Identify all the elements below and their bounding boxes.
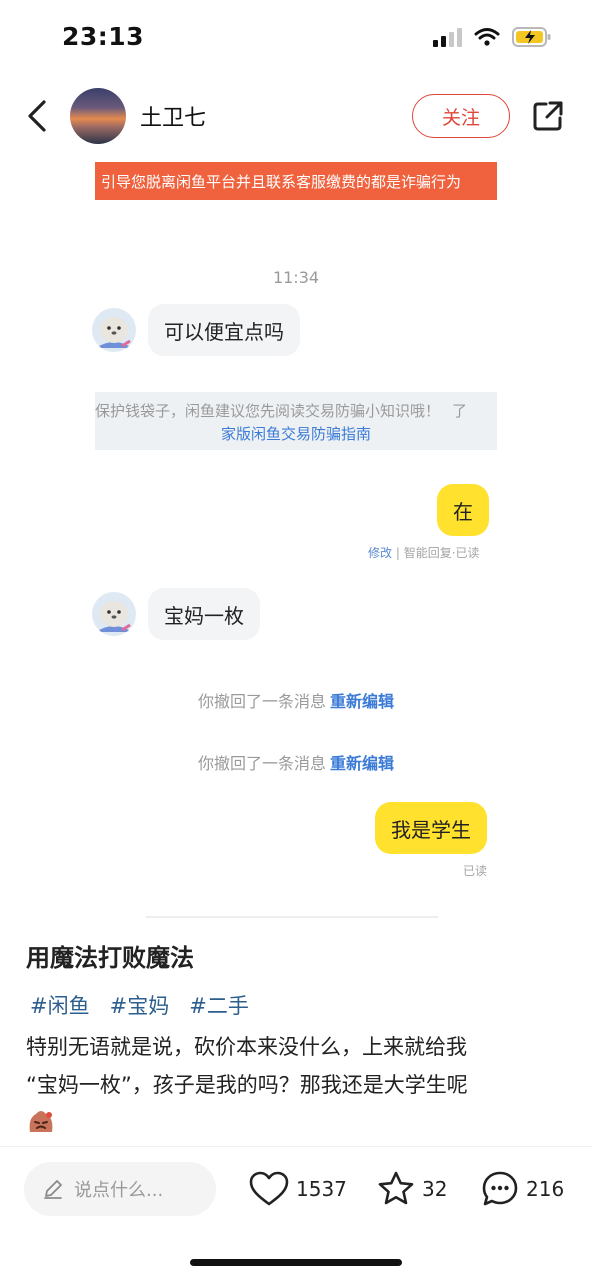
- recalled-message-notice: 你撤回了一条消息 重新编辑: [197, 754, 395, 773]
- re-edit-link[interactable]: 重新编辑: [330, 754, 394, 773]
- follow-button[interactable]: 关注: [412, 94, 510, 138]
- post-body: 特别无语就是说，砍价本来没什么，上来就给我 “宝妈一枚”，孩子是我的吗？那我还是…: [26, 1035, 468, 1097]
- seal-avatar-icon: [92, 592, 136, 636]
- divider: [146, 916, 438, 918]
- user-avatar[interactable]: [70, 88, 126, 144]
- home-indicator[interactable]: [190, 1259, 402, 1266]
- message-bubble-incoming[interactable]: 可以便宜点吗: [148, 304, 300, 356]
- heart-icon: [249, 1171, 289, 1206]
- like-count: 1537: [296, 1177, 347, 1201]
- comment-placeholder: 说点什么...: [74, 1180, 164, 1201]
- tag-link[interactable]: #二手: [189, 990, 249, 1020]
- star-icon: [378, 1171, 414, 1205]
- seal-avatar-icon: [92, 308, 136, 352]
- like-button[interactable]: 1537: [248, 1168, 347, 1210]
- favorite-count: 32: [422, 1177, 448, 1201]
- comment-button[interactable]: 216: [480, 1168, 564, 1210]
- post-title: 用魔法打败魔法: [26, 944, 194, 972]
- pencil-icon: [44, 1180, 62, 1199]
- chat-header: 土卫七 关注: [0, 84, 592, 148]
- signal-icon: [433, 27, 462, 47]
- back-arrow-icon[interactable]: [22, 94, 56, 138]
- comment-input[interactable]: 说点什么...: [24, 1162, 216, 1216]
- seller-avatar[interactable]: [92, 592, 136, 636]
- message-time: 11:34: [272, 268, 320, 287]
- post-tags: #闲鱼 #宝妈 #二手: [30, 990, 249, 1020]
- message-meta: 修改 | 智能回复·已读: [368, 546, 480, 560]
- bottom-bar-divider: [0, 1146, 592, 1147]
- share-icon[interactable]: [530, 98, 566, 134]
- status-bar: 23:13: [0, 0, 592, 78]
- tip-text: 保护钱袋子，闲鱼建议您先阅读交易防骗小知识哦！了: [95, 402, 468, 420]
- annoyed-face-emoji-icon: [29, 1111, 53, 1132]
- user-name[interactable]: 土卫七: [140, 100, 206, 132]
- recalled-message-notice: 你撤回了一条消息 重新编辑: [197, 692, 395, 711]
- message-bubble-outgoing[interactable]: 我是学生: [375, 802, 487, 854]
- anti-fraud-guide-link[interactable]: 家版闲鱼交易防骗指南: [95, 423, 497, 444]
- seller-avatar[interactable]: [92, 308, 136, 352]
- status-icons: [433, 26, 552, 48]
- favorite-button[interactable]: 32: [376, 1168, 447, 1210]
- edit-link[interactable]: 修改: [368, 546, 392, 560]
- comment-icon: [482, 1171, 518, 1206]
- wifi-icon: [474, 28, 500, 46]
- safety-tip-card[interactable]: 保护钱袋子，闲鱼建议您先阅读交易防骗小知识哦！了 家版闲鱼交易防骗指南: [95, 392, 497, 450]
- tag-link[interactable]: #宝妈: [110, 990, 170, 1020]
- status-time: 23:13: [62, 22, 145, 51]
- comment-count: 216: [526, 1177, 565, 1201]
- re-edit-link[interactable]: 重新编辑: [330, 692, 394, 711]
- battery-icon: [512, 27, 551, 47]
- fraud-warning-banner: 引导您脱离闲鱼平台并且联系客服缴费的都是诈骗行为: [95, 162, 497, 200]
- message-bubble-outgoing[interactable]: 在: [437, 484, 489, 536]
- read-status: 已读: [463, 864, 488, 878]
- tag-link[interactable]: #闲鱼: [30, 990, 90, 1020]
- message-bubble-incoming[interactable]: 宝妈一枚: [148, 588, 260, 640]
